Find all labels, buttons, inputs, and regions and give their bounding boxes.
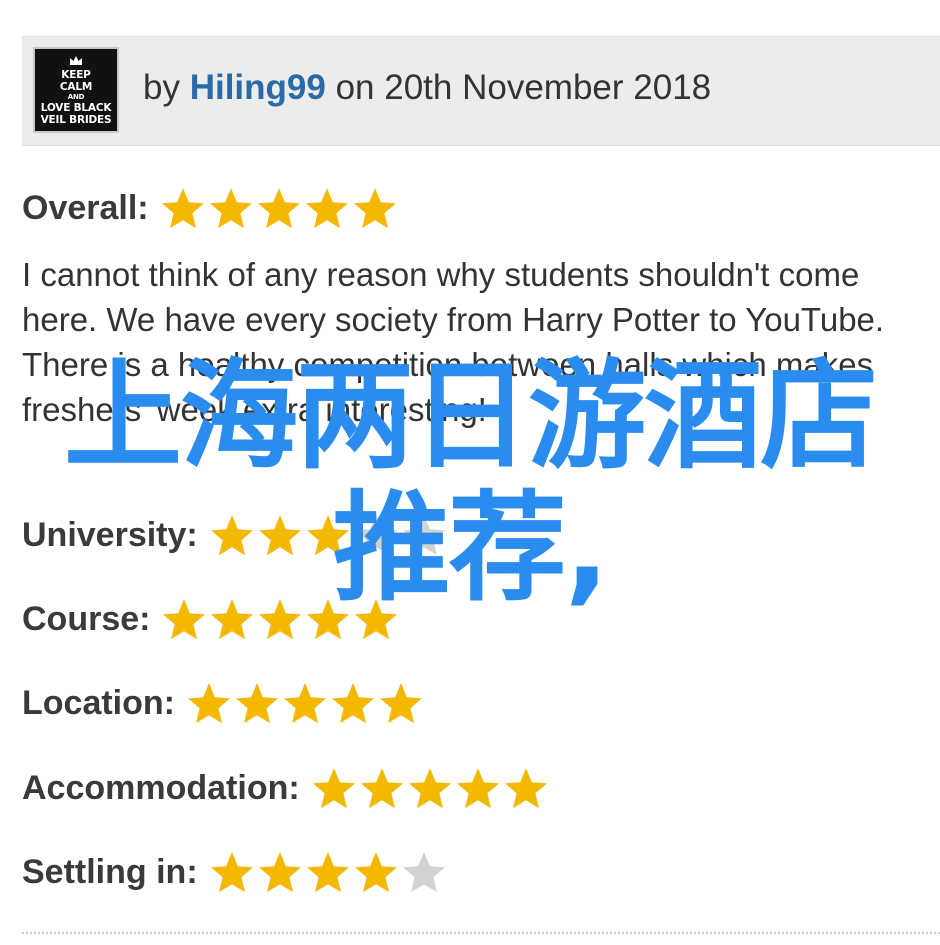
star-filled-icon — [258, 852, 301, 893]
rating-row-settling-in: Settling in: — [22, 847, 448, 897]
avatar[interactable]: KEEP CALM AND LOVE BLACK VEIL BRIDES — [33, 47, 119, 133]
star-rating — [160, 596, 400, 642]
avatar-text-4: LOVE BLACK — [40, 101, 112, 114]
star-filled-icon — [235, 683, 278, 724]
star-rating — [310, 765, 550, 811]
star-filled-icon — [161, 188, 204, 229]
avatar-text-5: VEIL BRIDES — [40, 113, 112, 126]
username-link[interactable]: Hiling99 — [190, 68, 326, 107]
star-filled-icon — [355, 599, 398, 640]
star-filled-icon — [408, 768, 451, 809]
rating-label: Course: — [22, 599, 151, 638]
divider — [22, 932, 940, 934]
star-filled-icon — [306, 515, 349, 556]
rating-label: Overall: — [22, 188, 149, 227]
avatar-text-3: AND — [67, 92, 85, 101]
by-prefix: by — [143, 68, 180, 107]
star-filled-icon — [258, 515, 301, 556]
star-rating — [159, 185, 399, 231]
rating-row-accommodation: Accommodation: — [22, 763, 550, 813]
rating-row-course: Course: — [22, 594, 400, 644]
rating-label: Location: — [22, 683, 175, 722]
star-filled-icon — [283, 683, 326, 724]
star-filled-icon — [306, 852, 349, 893]
star-filled-icon — [331, 683, 374, 724]
review-byline: by Hiling99 on 20th November 2018 — [143, 68, 711, 108]
rating-row-overall: Overall: — [22, 183, 399, 233]
rating-row-location: Location: — [22, 678, 425, 728]
star-empty-icon — [402, 515, 445, 556]
review-page: KEEP CALM AND LOVE BLACK VEIL BRIDES by … — [0, 0, 940, 945]
star-rating — [208, 512, 448, 558]
star-filled-icon — [354, 852, 397, 893]
star-rating — [208, 849, 448, 895]
star-filled-icon — [187, 683, 230, 724]
review-date: 20th November 2018 — [384, 68, 712, 107]
star-filled-icon — [259, 599, 302, 640]
crown-icon — [70, 55, 82, 65]
star-filled-icon — [210, 515, 253, 556]
star-filled-icon — [504, 768, 547, 809]
star-filled-icon — [305, 188, 348, 229]
rating-label: University: — [22, 515, 198, 554]
star-filled-icon — [257, 188, 300, 229]
star-filled-icon — [210, 852, 253, 893]
star-filled-icon — [163, 599, 206, 640]
review-header: KEEP CALM AND LOVE BLACK VEIL BRIDES by … — [22, 36, 940, 146]
star-empty-icon — [354, 515, 397, 556]
star-filled-icon — [209, 188, 252, 229]
star-rating — [185, 680, 425, 726]
star-filled-icon — [360, 768, 403, 809]
avatar-text-2: CALM — [59, 80, 93, 93]
rating-row-university: University: — [22, 510, 448, 560]
review-body: I cannot think of any reason why student… — [22, 256, 885, 428]
star-filled-icon — [312, 768, 355, 809]
star-filled-icon — [353, 188, 396, 229]
rating-label: Settling in: — [22, 852, 198, 891]
date-prefix: on — [335, 68, 375, 107]
rating-label: Accommodation: — [22, 768, 300, 807]
star-filled-icon — [379, 683, 422, 724]
avatar-text-1: KEEP — [61, 68, 91, 81]
star-filled-icon — [211, 599, 254, 640]
star-empty-icon — [402, 852, 445, 893]
star-filled-icon — [456, 768, 499, 809]
star-filled-icon — [307, 599, 350, 640]
